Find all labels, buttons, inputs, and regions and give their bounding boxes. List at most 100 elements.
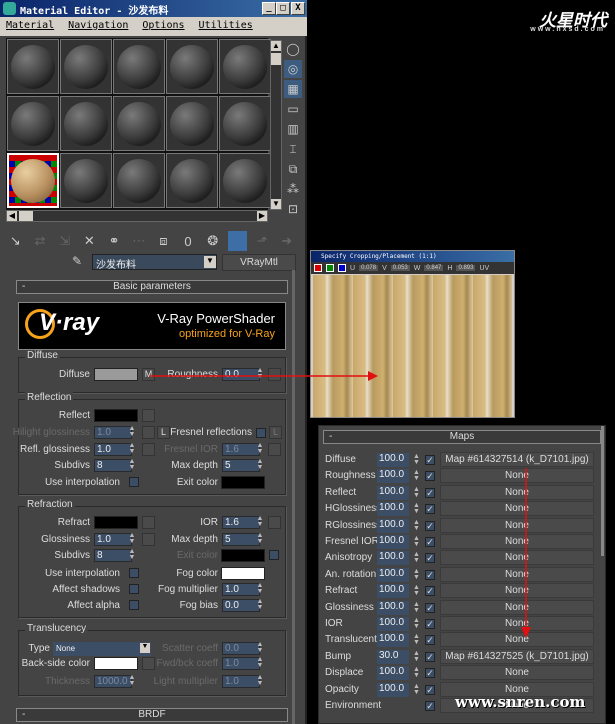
map-slot-button[interactable]: None — [440, 468, 594, 484]
map-slot-button[interactable]: None — [440, 534, 594, 549]
slots-vertical-scrollbar[interactable]: ▲ ▼ — [270, 40, 282, 210]
spinner-arrows-icon[interactable]: ▲ ▼ — [256, 656, 264, 670]
spinner-arrows-icon[interactable]: ▲ ▼ — [413, 650, 420, 663]
sample-slot[interactable] — [60, 39, 112, 94]
minimize-button[interactable]: _ — [262, 2, 276, 15]
scroll-left-icon[interactable]: ◀ — [7, 211, 17, 221]
eyedropper-icon[interactable]: ✎ — [72, 254, 82, 268]
fog-bias-spinner[interactable]: 0.0 — [222, 599, 260, 612]
material-name-dropdown-icon[interactable]: ▼ — [204, 256, 216, 268]
scroll-up-icon[interactable]: ▲ — [271, 41, 281, 51]
max-depth-spinner[interactable]: 5 — [222, 459, 260, 472]
ior-spinner[interactable]: 1.6 — [222, 516, 260, 529]
v-field[interactable]: 0.053 — [390, 265, 410, 271]
spinner-arrows-icon[interactable]: ▲ ▼ — [128, 532, 136, 546]
affect-alpha-checkbox[interactable] — [129, 600, 139, 610]
thickness-spinner[interactable]: 1000.0 — [94, 675, 132, 688]
go-forward-icon[interactable]: ➜ — [277, 233, 296, 249]
u-field[interactable]: 0.078 — [359, 265, 379, 271]
green-channel-button[interactable] — [326, 264, 334, 272]
close-button[interactable]: X — [291, 2, 305, 15]
spinner-arrows-icon[interactable]: ▲ ▼ — [413, 666, 420, 679]
map-slot-button[interactable]: None — [440, 566, 594, 582]
map-amount-spinner[interactable]: 100.0 — [377, 600, 409, 615]
map-slot-button[interactable]: None — [440, 550, 594, 566]
translucency-type-dropdown[interactable]: None ▼ — [53, 642, 151, 656]
backlight-icon[interactable]: ◎ — [284, 60, 302, 78]
make-preview-icon[interactable]: ⌶ — [284, 140, 302, 158]
fresnel-ior-spinner[interactable]: 1.6 — [222, 443, 260, 456]
blue-channel-button[interactable] — [338, 264, 346, 272]
map-enable-checkbox[interactable]: ✓ — [425, 668, 435, 679]
maps-rollout[interactable]: - Maps — [323, 430, 601, 444]
show-map-in-viewport-icon[interactable]: ❂ — [203, 233, 222, 249]
scatter-coeff-spinner[interactable]: 0.0 — [222, 642, 260, 655]
spinner-arrows-icon[interactable]: ▲ ▼ — [413, 683, 420, 696]
reflect-color-swatch[interactable] — [94, 409, 138, 422]
reflect-map-button[interactable] — [142, 409, 155, 422]
sample-slot[interactable] — [113, 153, 165, 208]
spinner-arrows-icon[interactable]: ▲ ▼ — [128, 425, 136, 439]
spinner-arrows-icon[interactable]: ▲ ▼ — [256, 442, 264, 456]
refract-map-button[interactable] — [142, 516, 155, 529]
map-enable-checkbox[interactable]: ✓ — [425, 520, 435, 531]
roughness-spinner[interactable]: 0.0 — [222, 368, 260, 381]
h-field[interactable]: 0.893 — [456, 265, 476, 271]
sample-slot[interactable] — [166, 96, 218, 151]
fresnel-reflections-checkbox[interactable] — [256, 428, 266, 438]
map-amount-spinner[interactable]: 30.0 — [377, 649, 409, 664]
sample-slot[interactable] — [7, 39, 59, 94]
spinner-arrows-icon[interactable]: ▲ ▼ — [256, 367, 264, 381]
spinner-arrows-icon[interactable]: ▲ ▼ — [413, 519, 420, 532]
map-enable-checkbox[interactable]: ✓ — [425, 569, 435, 580]
show-end-result-icon[interactable] — [228, 231, 247, 251]
menu-navigation[interactable]: Navigation — [68, 20, 128, 33]
map-enable-checkbox[interactable]: ✓ — [425, 487, 435, 498]
map-slot-button[interactable]: None — [440, 665, 594, 681]
scroll-down-icon[interactable]: ▼ — [271, 199, 281, 209]
sample-slot[interactable] — [219, 153, 271, 208]
spinner-arrows-icon[interactable]: ▲ ▼ — [413, 502, 420, 515]
sample-slot[interactable] — [166, 39, 218, 94]
spinner-arrows-icon[interactable]: ▲ ▼ — [413, 551, 420, 564]
refr-subdivs-spinner[interactable]: 8 — [94, 549, 132, 562]
spinner-arrows-icon[interactable]: ▲ ▼ — [128, 548, 136, 562]
glossiness-map-button[interactable] — [142, 533, 155, 546]
refr-exit-color-swatch[interactable] — [221, 549, 265, 562]
basic-parameters-rollout[interactable]: - Basic parameters — [16, 280, 288, 294]
hscroll-thumb[interactable] — [19, 211, 33, 221]
spinner-arrows-icon[interactable]: ▲ ▼ — [256, 674, 264, 688]
sample-slot[interactable] — [60, 153, 112, 208]
map-amount-spinner[interactable]: 100.0 — [377, 666, 409, 681]
put-to-scene-icon[interactable]: ⇄ — [31, 233, 50, 249]
map-amount-spinner[interactable]: 100.0 — [377, 485, 409, 500]
map-enable-checkbox[interactable]: ✓ — [425, 537, 435, 547]
map-amount-spinner[interactable]: 100.0 — [377, 682, 409, 697]
background-checker-icon[interactable]: ▦ — [284, 80, 302, 98]
make-copy-icon[interactable]: ⚭ — [105, 233, 124, 249]
spinner-arrows-icon[interactable]: ▲ ▼ — [413, 469, 420, 482]
red-channel-button[interactable] — [314, 264, 322, 272]
reset-map-icon[interactable]: ✕ — [80, 233, 99, 249]
map-slot-button[interactable]: None — [440, 616, 594, 631]
refr-use-interpolation-checkbox[interactable] — [129, 568, 139, 578]
dropdown-arrow-icon[interactable]: ▼ — [140, 643, 150, 653]
map-slot-button[interactable]: None — [440, 484, 594, 500]
hilight-map-button[interactable] — [142, 426, 155, 439]
fog-multiplier-spinner[interactable]: 1.0 — [222, 583, 260, 596]
spinner-arrows-icon[interactable]: ▲ ▼ — [256, 532, 264, 546]
panel-scrollbar[interactable] — [292, 270, 295, 724]
map-amount-spinner[interactable]: 100.0 — [377, 633, 409, 648]
spinner-arrows-icon[interactable]: ▲ ▼ — [128, 442, 136, 456]
map-amount-spinner[interactable]: 100.0 — [377, 567, 409, 582]
uv-tiling-icon[interactable]: ▭ — [284, 100, 302, 118]
menu-utilities[interactable]: Utilities — [199, 20, 253, 33]
slots-horizontal-scrollbar[interactable]: ◀ ▶ — [6, 210, 268, 222]
sample-slot[interactable] — [219, 96, 271, 151]
exit-color-swatch[interactable] — [221, 476, 265, 489]
map-slot-button[interactable]: None — [440, 517, 594, 533]
refract-color-swatch[interactable] — [94, 516, 138, 529]
spinner-arrows-icon[interactable]: ▲ ▼ — [413, 535, 420, 548]
map-amount-spinner[interactable]: 100.0 — [377, 535, 409, 549]
map-slot-button[interactable]: Map #614327525 (k_D7101.jpg) — [440, 648, 594, 664]
